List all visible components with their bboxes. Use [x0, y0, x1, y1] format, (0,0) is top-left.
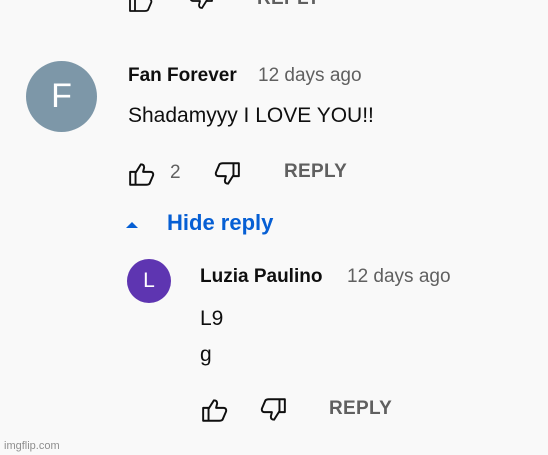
comment-text: Shadamyyy I LOVE YOU!!: [128, 104, 374, 127]
thumbs-down-icon[interactable]: [213, 162, 241, 186]
watermark: imgflip.com: [4, 440, 60, 452]
avatar-letter: F: [51, 77, 72, 115]
reply-timestamp[interactable]: 12 days ago: [347, 266, 451, 288]
reply-text-line-2: g: [200, 343, 212, 366]
reply-text-line-1: L9: [200, 307, 224, 330]
avatar[interactable]: F: [26, 61, 97, 132]
thumbs-up-icon[interactable]: [201, 398, 229, 422]
thumbs-down-icon[interactable]: [188, 0, 214, 10]
reply-button[interactable]: REPLY: [284, 161, 347, 183]
caret-up-icon: [124, 220, 140, 230]
reply-reply-button[interactable]: REPLY: [329, 398, 392, 420]
reply-author[interactable]: Luzia Paulino: [200, 266, 322, 288]
comment-timestamp[interactable]: 12 days ago: [258, 65, 362, 87]
reply-avatar-letter: L: [143, 269, 155, 292]
hide-reply-toggle[interactable]: Hide reply: [124, 209, 304, 239]
reply-button-top[interactable]: REPLY: [257, 0, 320, 10]
thumbs-up-icon[interactable]: [128, 0, 154, 12]
hide-reply-label: Hide reply: [167, 210, 274, 235]
like-count: 2: [170, 162, 181, 183]
thumbs-down-icon[interactable]: [259, 398, 287, 422]
reply-avatar[interactable]: L: [127, 259, 171, 303]
thumbs-up-icon[interactable]: [128, 162, 156, 186]
comment-author[interactable]: Fan Forever: [128, 65, 237, 87]
